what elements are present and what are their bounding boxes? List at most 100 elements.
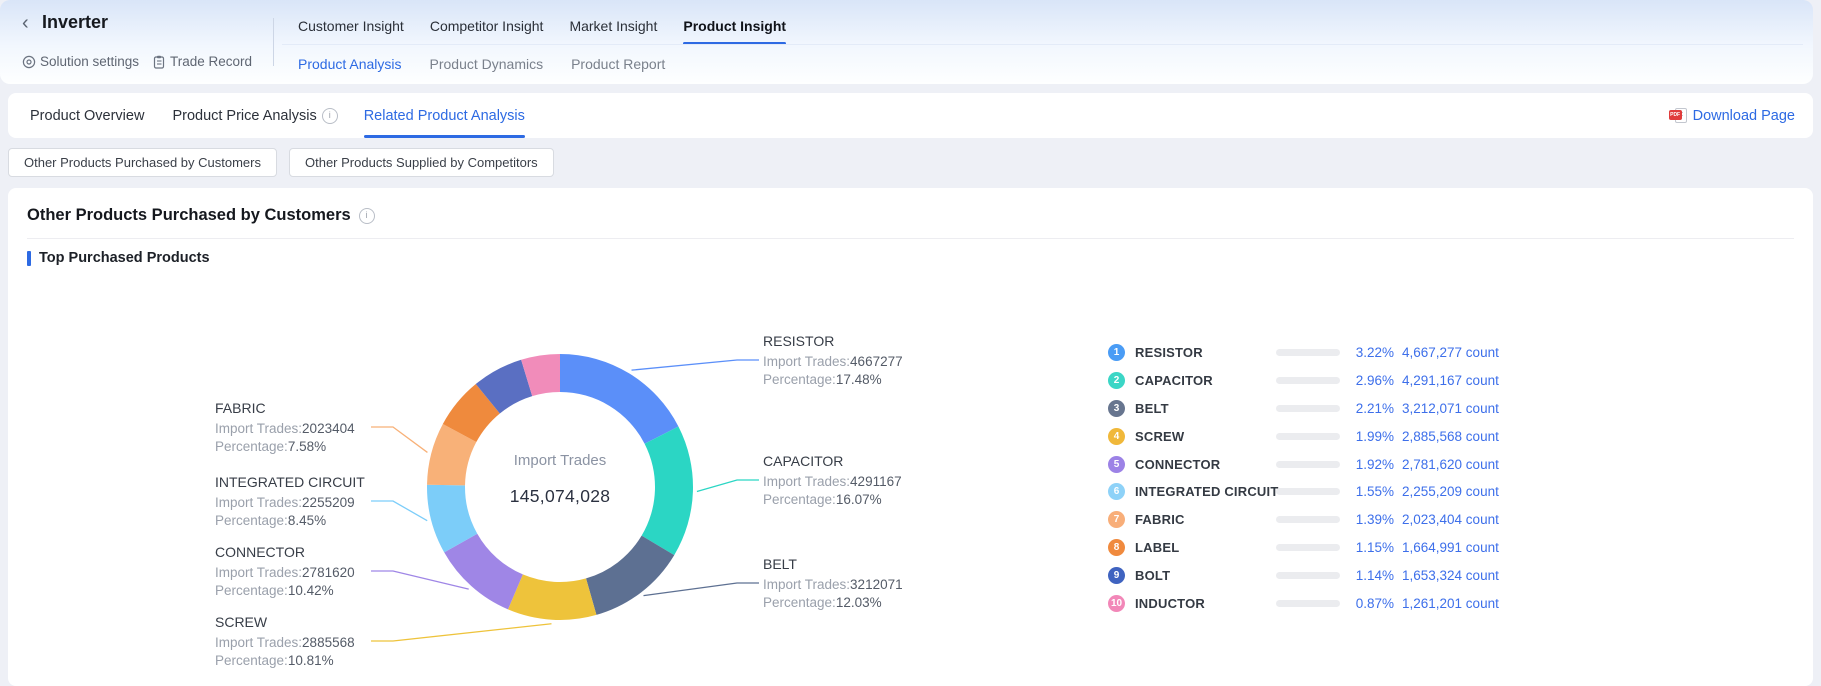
ranking-row[interactable]: 1 RESISTOR 3.22% 4,667,277 count xyxy=(1108,339,1492,367)
rank-product-name: INDUCTOR xyxy=(1135,596,1283,611)
pdf-icon: PDF xyxy=(1669,108,1687,123)
rank-count: 3,212,071 count xyxy=(1402,401,1492,416)
subtab-product-dynamics[interactable]: Product Dynamics xyxy=(430,52,544,76)
nav-product-price-analysis[interactable]: Product Price Analysis i xyxy=(172,93,337,138)
rank-product-name: RESISTOR xyxy=(1135,345,1283,360)
rank-count: 4,667,277 count xyxy=(1402,345,1492,360)
secondary-nav: Product Overview Product Price Analysis … xyxy=(8,93,1813,138)
subtab-product-analysis[interactable]: Product Analysis xyxy=(298,52,402,76)
rank-count: 1,261,201 count xyxy=(1402,596,1492,611)
rank-percent: 0.87% xyxy=(1346,596,1394,611)
tab-competitor-insight[interactable]: Competitor Insight xyxy=(430,12,544,43)
rank-badge: 4 xyxy=(1108,428,1125,445)
rank-percent: 1.92% xyxy=(1346,457,1394,472)
rank-percent: 1.14% xyxy=(1346,568,1394,583)
rank-count: 1,664,991 count xyxy=(1402,540,1492,555)
trade-record-label: Trade Record xyxy=(170,54,252,69)
rank-count: 1,653,324 count xyxy=(1402,568,1492,583)
rank-progress-bar xyxy=(1276,572,1340,579)
rank-percent: 1.39% xyxy=(1346,512,1394,527)
rank-product-name: CONNECTOR xyxy=(1135,457,1283,472)
chart-subtitle: Top Purchased Products xyxy=(39,250,210,266)
rank-progress-bar xyxy=(1276,349,1340,356)
rank-badge: 6 xyxy=(1108,483,1125,500)
download-page-button[interactable]: PDF Download Page xyxy=(1669,93,1795,138)
rank-percent: 1.15% xyxy=(1346,540,1394,555)
rank-badge: 7 xyxy=(1108,511,1125,528)
rank-percent: 3.22% xyxy=(1346,345,1394,360)
rank-percent: 1.99% xyxy=(1346,429,1394,444)
rank-badge: 2 xyxy=(1108,372,1125,389)
page: ‹ Inverter Solution settings Trade Recor… xyxy=(0,0,1821,686)
section-divider xyxy=(27,238,1794,239)
subtab-product-report[interactable]: Product Report xyxy=(571,52,665,76)
trade-record-link[interactable]: Trade Record xyxy=(152,54,252,69)
rank-product-name: LABEL xyxy=(1135,540,1283,555)
rank-progress-bar xyxy=(1276,405,1340,412)
rank-progress-bar xyxy=(1276,516,1340,523)
solution-settings-link[interactable]: Solution settings xyxy=(22,54,139,69)
rank-progress-bar xyxy=(1276,544,1340,551)
sub-tabs: Product Analysis Product Dynamics Produc… xyxy=(298,52,665,76)
rank-badge: 5 xyxy=(1108,456,1125,473)
rank-badge: 10 xyxy=(1108,595,1125,612)
rank-percent: 2.21% xyxy=(1346,401,1394,416)
nav-product-overview-label: Product Overview xyxy=(30,108,144,124)
nav-related-product-analysis-label: Related Product Analysis xyxy=(364,108,525,124)
rank-progress-bar xyxy=(1276,377,1340,384)
rank-percent: 1.55% xyxy=(1346,484,1394,499)
rank-progress-bar xyxy=(1276,461,1340,468)
main-panel: Other Products Purchased by Customers i … xyxy=(8,188,1813,686)
section-info-icon[interactable]: i xyxy=(359,208,375,224)
download-page-label: Download Page xyxy=(1693,108,1795,124)
ranking-row[interactable]: 8 LABEL 1.15% 1,664,991 count xyxy=(1108,534,1492,562)
nav-related-product-analysis[interactable]: Related Product Analysis xyxy=(364,93,525,138)
filter-supplied-by-competitors-button[interactable]: Other Products Supplied by Competitors xyxy=(289,148,554,177)
ranking-row[interactable]: 3 BELT 2.21% 3,212,071 count xyxy=(1108,395,1492,423)
tabs-hairline xyxy=(282,44,1803,45)
rank-badge: 3 xyxy=(1108,400,1125,417)
tab-customer-insight[interactable]: Customer Insight xyxy=(298,12,404,43)
ranking-row[interactable]: 2 CAPACITOR 2.96% 4,291,167 count xyxy=(1108,367,1492,395)
main-tabs: Customer Insight Competitor Insight Mark… xyxy=(298,12,786,43)
ranking-row[interactable]: 4 SCREW 1.99% 2,885,568 count xyxy=(1108,422,1492,450)
nav-product-overview[interactable]: Product Overview xyxy=(30,93,144,138)
section-title: Other Products Purchased by Customers xyxy=(27,206,351,225)
rank-count: 2,781,620 count xyxy=(1402,457,1492,472)
rank-product-name: BELT xyxy=(1135,401,1283,416)
subtitle-accent-bar xyxy=(27,251,31,266)
page-title: Inverter xyxy=(42,12,108,33)
rank-percent: 2.96% xyxy=(1346,373,1394,388)
ranking-row[interactable]: 10 INDUCTOR 0.87% 1,261,201 count xyxy=(1108,589,1492,617)
rank-count: 2,255,209 count xyxy=(1402,484,1492,499)
header-divider xyxy=(273,18,274,66)
solution-settings-label: Solution settings xyxy=(40,54,139,69)
back-icon[interactable]: ‹ xyxy=(22,13,29,33)
filter-buttons: Other Products Purchased by Customers Ot… xyxy=(8,148,554,177)
ranking-row[interactable]: 6 INTEGRATED CIRCUIT 1.55% 2,255,209 cou… xyxy=(1108,478,1492,506)
ranking-list: 1 RESISTOR 3.22% 4,667,277 count2 CAPACI… xyxy=(1108,339,1492,617)
rank-count: 4,291,167 count xyxy=(1402,373,1492,388)
rank-progress-bar xyxy=(1276,433,1340,440)
info-icon[interactable]: i xyxy=(322,108,338,124)
ranking-row[interactable]: 7 FABRIC 1.39% 2,023,404 count xyxy=(1108,506,1492,534)
rank-badge: 1 xyxy=(1108,344,1125,361)
settings-icon xyxy=(22,55,36,69)
header: ‹ Inverter Solution settings Trade Recor… xyxy=(0,0,1813,84)
rank-product-name: BOLT xyxy=(1135,568,1283,583)
filter-purchased-by-customers-button[interactable]: Other Products Purchased by Customers xyxy=(8,148,277,177)
nav-product-price-analysis-label: Product Price Analysis xyxy=(172,108,316,124)
rank-product-name: CAPACITOR xyxy=(1135,373,1283,388)
rank-progress-bar xyxy=(1276,600,1340,607)
rank-badge: 9 xyxy=(1108,567,1125,584)
rank-product-name: SCREW xyxy=(1135,429,1283,444)
trade-record-icon xyxy=(152,55,166,69)
ranking-row[interactable]: 5 CONNECTOR 1.92% 2,781,620 count xyxy=(1108,450,1492,478)
ranking-row[interactable]: 9 BOLT 1.14% 1,653,324 count xyxy=(1108,561,1492,589)
rank-count: 2,023,404 count xyxy=(1402,512,1492,527)
tab-product-insight[interactable]: Product Insight xyxy=(683,12,786,43)
rank-badge: 8 xyxy=(1108,539,1125,556)
tab-market-insight[interactable]: Market Insight xyxy=(569,12,657,43)
rank-count: 2,885,568 count xyxy=(1402,429,1492,444)
rank-progress-bar xyxy=(1276,488,1340,495)
